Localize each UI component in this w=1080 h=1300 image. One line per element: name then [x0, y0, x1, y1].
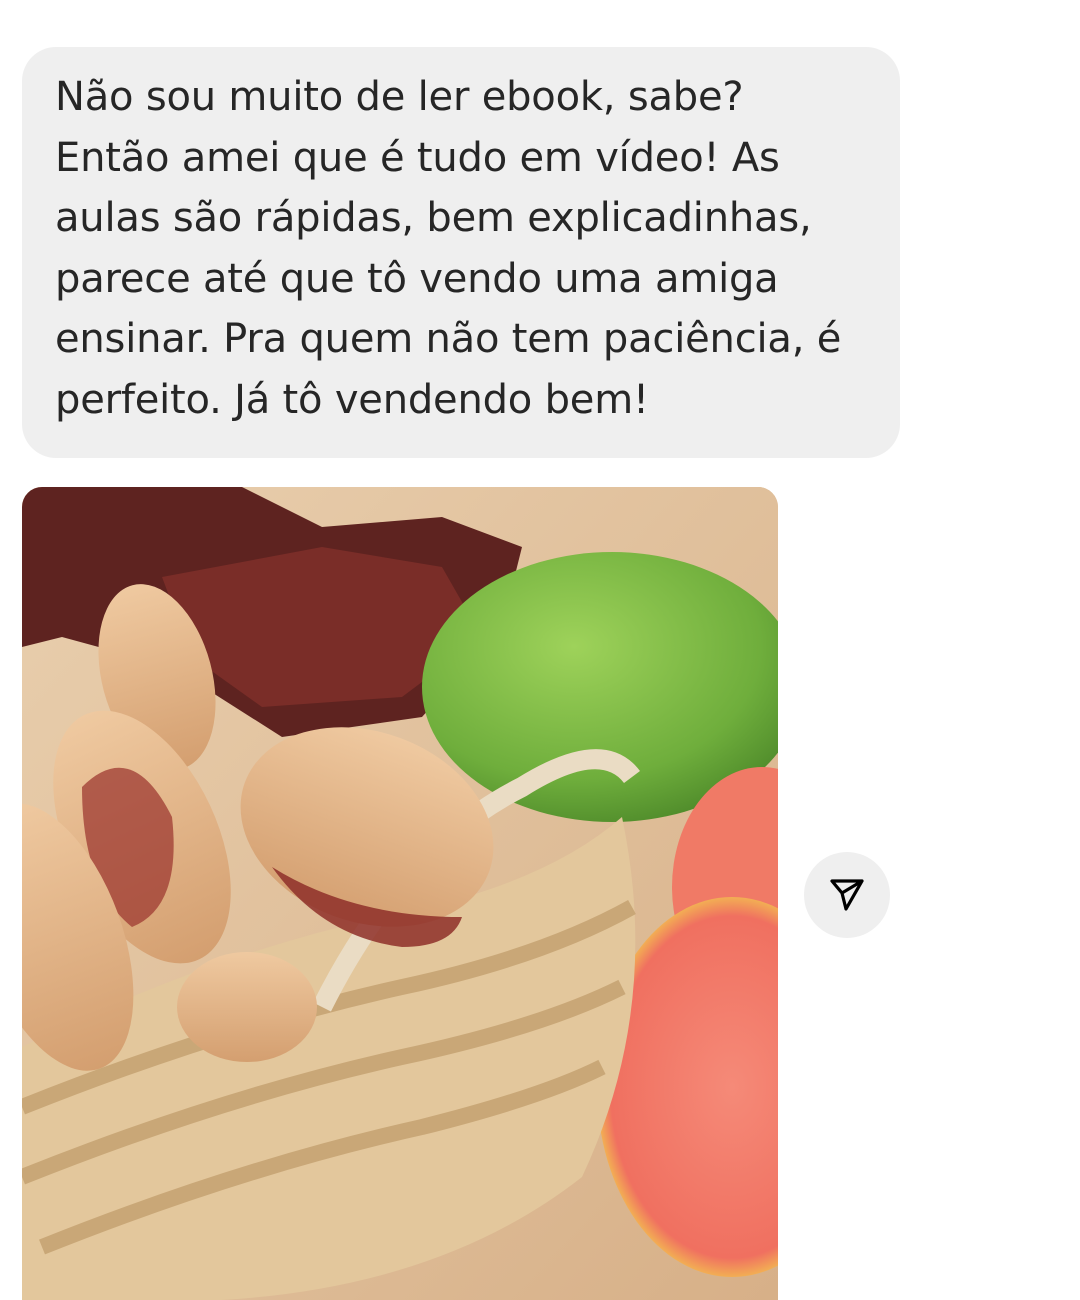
- message-bubble[interactable]: Não sou muito de ler ebook, sabe? Então …: [22, 47, 900, 458]
- message-text: Não sou muito de ler ebook, sabe? Então …: [55, 74, 842, 423]
- send-icon: [830, 879, 864, 911]
- image-attachment[interactable]: [22, 487, 778, 1300]
- food-photo: [22, 487, 778, 1300]
- chat-thread: Não sou muito de ler ebook, sabe? Então …: [0, 0, 1080, 1300]
- share-button[interactable]: [804, 852, 890, 938]
